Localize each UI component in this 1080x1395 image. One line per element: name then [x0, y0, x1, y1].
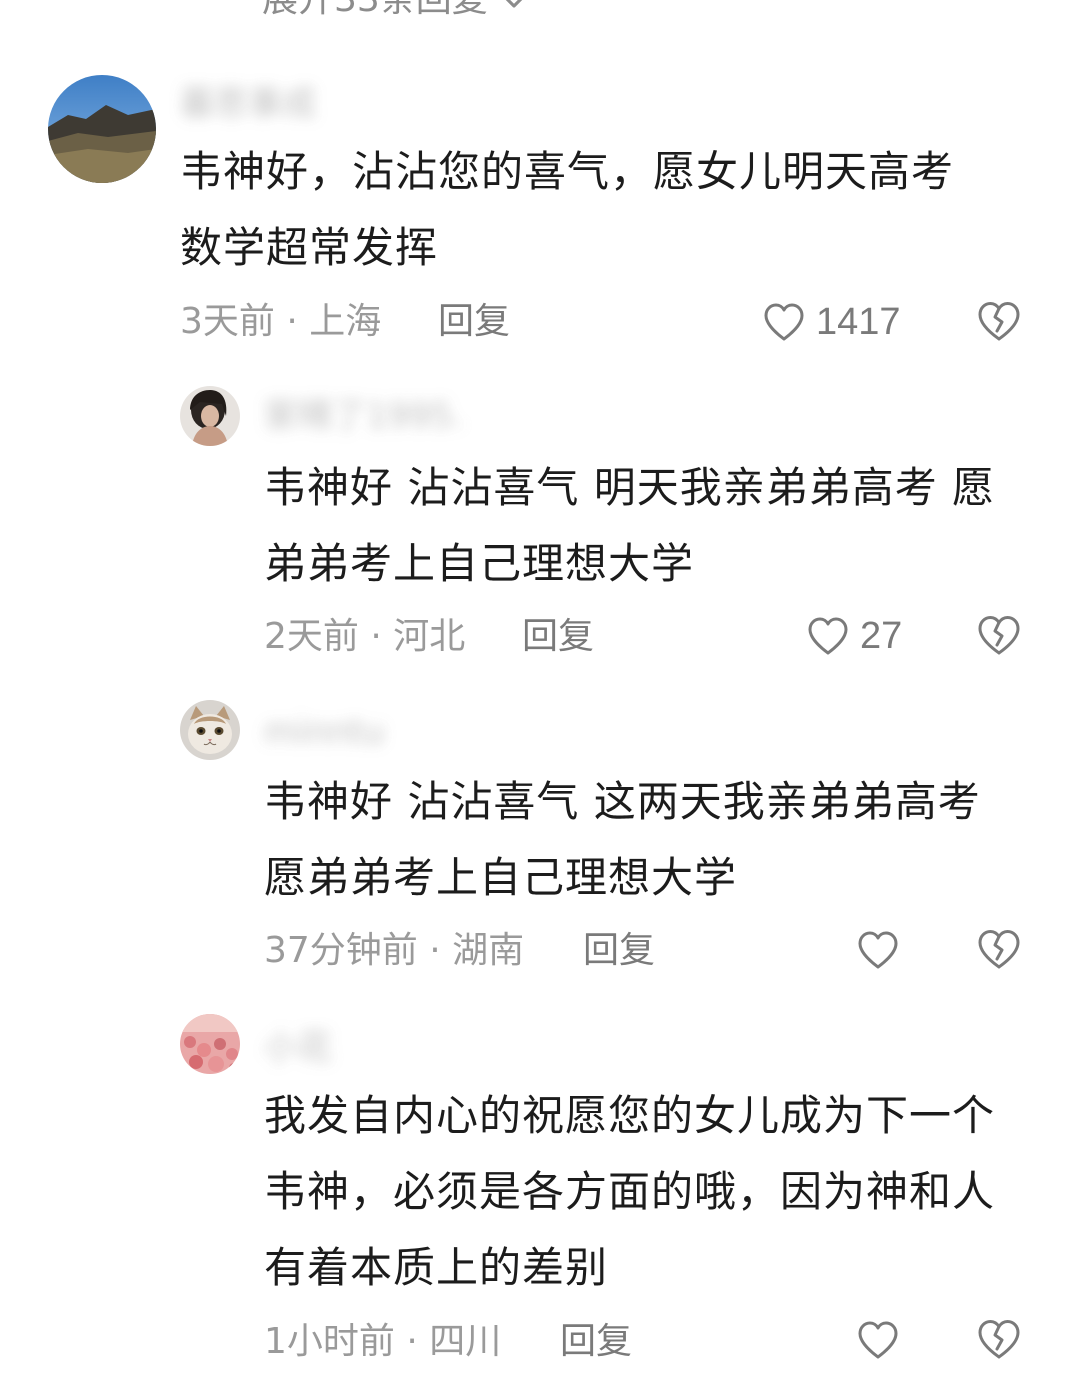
like-button[interactable]: [854, 924, 910, 976]
broken-heart-icon: [978, 616, 1020, 655]
cat-avatar-icon: [180, 700, 240, 760]
avatar[interactable]: [48, 75, 156, 183]
comment-meta: 3天前 · 上海: [180, 301, 382, 342]
pink-flowers-avatar-icon: [180, 1014, 240, 1074]
dislike-button[interactable]: [974, 296, 1024, 346]
broken-heart-icon: [978, 302, 1020, 341]
comment-line: 愿弟弟考上自己理想大学: [264, 853, 738, 902]
like-count: 1417: [816, 301, 901, 343]
avatar[interactable]: [180, 700, 240, 760]
expand-more-replies-button[interactable]: 展开33条回复: [262, 0, 529, 22]
comment-text: 韦神好 沾沾喜气 这两天我亲弟弟高考 愿弟弟考上自己理想大学: [264, 764, 981, 916]
reply-button[interactable]: 回复: [522, 615, 594, 659]
comment-line: 韦神好 沾沾喜气 明天我亲弟弟高考 愿: [264, 463, 996, 512]
heart-icon: [858, 1321, 898, 1359]
avatar[interactable]: [180, 386, 240, 446]
comment-line: 我发自内心的祝愿您的女儿成为下一个: [264, 1091, 996, 1140]
comment-meta: 1小时前 · 四川: [264, 1321, 502, 1362]
girl-portrait-avatar-icon: [180, 386, 240, 446]
username[interactable]: 小花: [264, 1028, 332, 1068]
comment-line: 弟弟考上自己理想大学: [264, 539, 695, 588]
comment-text: 韦神好，沾沾您的喜气，愿女儿明天高考 数学超常发挥: [180, 134, 954, 286]
username[interactable]: minntu: [264, 712, 385, 752]
comment-line: 韦神，必须是各方面的哦，因为神和人: [264, 1167, 996, 1216]
comment-line: 数学超常发挥: [180, 223, 439, 272]
broken-heart-icon: [978, 930, 1020, 969]
broken-heart-icon: [978, 1320, 1020, 1359]
dislike-button[interactable]: [974, 924, 1024, 974]
heart-icon: [764, 303, 804, 341]
reply-button[interactable]: 回复: [583, 929, 655, 973]
username[interactable]: 家晴了1995.: [264, 396, 463, 436]
comment-meta: 2天前 · 河北: [264, 616, 466, 657]
comment-line: 韦神好 沾沾喜气 这两天我亲弟弟高考: [264, 777, 981, 826]
comment-text: 我发自内心的祝愿您的女儿成为下一个 韦神，必须是各方面的哦，因为神和人 有着本质…: [264, 1078, 995, 1306]
mountain-landscape-avatar-icon: [48, 75, 156, 183]
avatar[interactable]: [180, 1014, 240, 1074]
comment-line: 有着本质上的差别: [264, 1243, 609, 1292]
comment-meta: 37分钟前 · 湖南: [264, 930, 525, 971]
heart-icon: [808, 617, 848, 655]
like-button[interactable]: 27: [804, 610, 902, 662]
comment-text: 韦神好 沾沾喜气 明天我亲弟弟高考 愿 弟弟考上自己理想大学: [264, 450, 995, 602]
heart-icon: [858, 931, 898, 969]
reply-button[interactable]: 回复: [438, 300, 510, 344]
comment-line: 韦神好，沾沾您的喜气，愿女儿明天高考: [180, 147, 955, 196]
reply-button[interactable]: 回复: [560, 1320, 632, 1364]
like-button[interactable]: 1417: [760, 296, 901, 348]
dislike-button[interactable]: [974, 610, 1024, 660]
username[interactable]: 暮思事成: [180, 84, 316, 124]
dislike-button[interactable]: [974, 1314, 1024, 1364]
like-button[interactable]: [854, 1314, 910, 1366]
chevron-down-icon: [506, 0, 523, 8]
expand-more-label: 展开33条回复: [262, 0, 488, 20]
like-count: 27: [860, 615, 903, 657]
